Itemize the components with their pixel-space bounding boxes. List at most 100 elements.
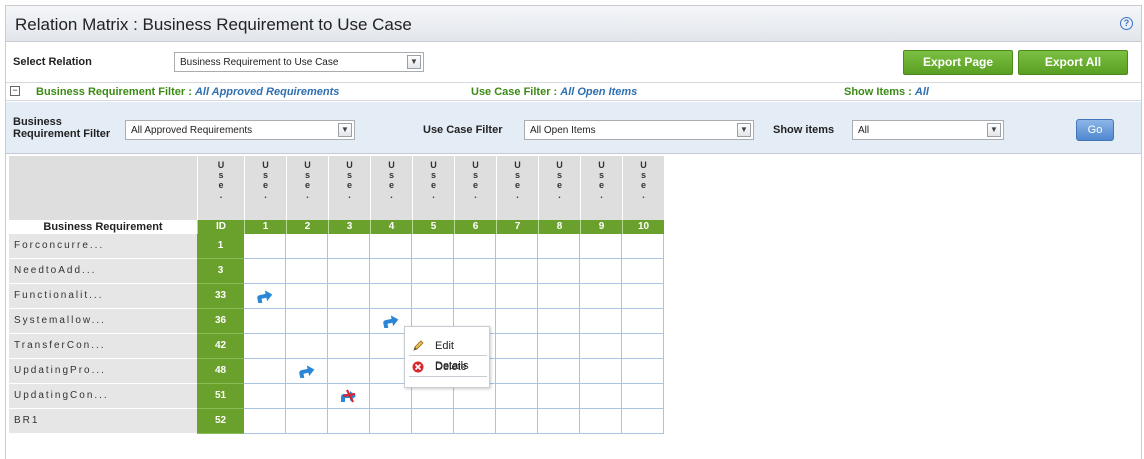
delete-menu-item[interactable]: Delete [409, 357, 487, 377]
use-case-column-header[interactable]: Use. [412, 156, 454, 220]
matrix-cell[interactable] [496, 309, 538, 334]
requirement-row-label[interactable]: UpdatingCon... [9, 384, 197, 409]
matrix-cell[interactable] [454, 259, 496, 284]
matrix-cell[interactable] [622, 334, 664, 359]
matrix-cell[interactable] [244, 284, 286, 309]
matrix-cell[interactable] [328, 334, 370, 359]
matrix-cell[interactable] [286, 384, 328, 409]
use-case-column-header[interactable]: Use. [622, 156, 664, 220]
matrix-cell[interactable] [496, 234, 538, 259]
help-icon[interactable]: ? [1120, 17, 1133, 30]
matrix-cell[interactable] [538, 309, 580, 334]
matrix-cell[interactable] [286, 359, 328, 384]
requirement-row-label[interactable]: NeedtoAdd... [9, 259, 197, 284]
matrix-cell[interactable] [286, 234, 328, 259]
export-all-button[interactable]: Export All [1018, 50, 1128, 75]
matrix-cell[interactable] [286, 309, 328, 334]
requirement-row-label[interactable]: UpdatingPro... [9, 359, 197, 384]
use-case-column-header[interactable]: Use. [328, 156, 370, 220]
matrix-cell[interactable] [370, 234, 412, 259]
matrix-cell[interactable] [244, 409, 286, 434]
matrix-cell[interactable] [286, 409, 328, 434]
matrix-cell[interactable] [496, 334, 538, 359]
relation-arrow-icon[interactable] [298, 364, 316, 378]
requirement-row-label[interactable]: Functionalit... [9, 284, 197, 309]
matrix-cell[interactable] [580, 234, 622, 259]
matrix-cell[interactable] [622, 409, 664, 434]
matrix-cell[interactable] [244, 234, 286, 259]
matrix-cell[interactable] [538, 234, 580, 259]
matrix-cell[interactable] [244, 384, 286, 409]
matrix-cell[interactable] [370, 409, 412, 434]
matrix-cell[interactable] [496, 359, 538, 384]
matrix-cell[interactable] [580, 284, 622, 309]
matrix-cell[interactable] [244, 309, 286, 334]
matrix-cell[interactable] [454, 284, 496, 309]
relation-select[interactable]: Business Requirement to Use Case ▼ [174, 52, 424, 72]
uc-filter-select[interactable]: All Open Items ▼ [524, 120, 754, 140]
matrix-cell[interactable] [412, 234, 454, 259]
matrix-cell[interactable] [538, 334, 580, 359]
edit-details-menu-item[interactable]: Edit Details [409, 336, 487, 372]
requirement-row-label[interactable]: TransferCon... [9, 334, 197, 359]
requirement-row-label[interactable]: Forconcurre... [9, 234, 197, 259]
matrix-cell[interactable] [454, 409, 496, 434]
matrix-cell[interactable] [538, 409, 580, 434]
go-button[interactable]: Go [1076, 119, 1114, 141]
matrix-cell[interactable] [538, 259, 580, 284]
matrix-cell[interactable] [286, 334, 328, 359]
chevron-down-icon[interactable]: ▼ [338, 123, 352, 137]
matrix-cell[interactable] [328, 309, 370, 334]
matrix-cell[interactable] [622, 234, 664, 259]
br-filter-select[interactable]: All Approved Requirements ▼ [125, 120, 355, 140]
matrix-cell[interactable] [370, 284, 412, 309]
matrix-cell[interactable] [328, 284, 370, 309]
matrix-cell[interactable] [244, 259, 286, 284]
matrix-cell[interactable] [412, 259, 454, 284]
matrix-cell[interactable] [328, 259, 370, 284]
matrix-cell[interactable] [580, 334, 622, 359]
matrix-cell[interactable] [496, 284, 538, 309]
use-case-column-header[interactable]: Use. [496, 156, 538, 220]
matrix-cell[interactable] [328, 409, 370, 434]
show-items-select[interactable]: All ▼ [852, 120, 1004, 140]
matrix-cell[interactable] [412, 409, 454, 434]
export-page-button[interactable]: Export Page [903, 50, 1013, 75]
matrix-cell[interactable] [580, 359, 622, 384]
matrix-cell[interactable] [580, 259, 622, 284]
use-case-column-header[interactable]: Use. [370, 156, 412, 220]
matrix-cell[interactable] [580, 309, 622, 334]
matrix-cell[interactable] [538, 384, 580, 409]
matrix-cell[interactable] [244, 359, 286, 384]
use-case-column-header[interactable]: Use. [244, 156, 286, 220]
matrix-cell[interactable] [622, 384, 664, 409]
requirement-row-label[interactable]: Systemallow... [9, 309, 197, 334]
matrix-cell[interactable] [496, 384, 538, 409]
matrix-cell[interactable] [244, 334, 286, 359]
matrix-cell[interactable] [496, 259, 538, 284]
matrix-cell[interactable] [580, 409, 622, 434]
matrix-cell[interactable] [412, 284, 454, 309]
matrix-cell[interactable] [538, 284, 580, 309]
chevron-down-icon[interactable]: ▼ [407, 55, 421, 69]
matrix-cell[interactable] [622, 284, 664, 309]
matrix-cell[interactable] [328, 234, 370, 259]
matrix-cell[interactable] [622, 359, 664, 384]
matrix-cell[interactable] [286, 284, 328, 309]
suspect-relation-icon[interactable] [340, 389, 358, 403]
use-case-column-header[interactable]: Use. [580, 156, 622, 220]
matrix-cell[interactable] [622, 309, 664, 334]
requirement-row-label[interactable]: BR1 [9, 409, 197, 434]
matrix-cell[interactable] [622, 259, 664, 284]
use-case-column-header[interactable]: Use. [538, 156, 580, 220]
use-case-column-header[interactable]: Use. [454, 156, 496, 220]
matrix-cell[interactable] [286, 259, 328, 284]
matrix-cell[interactable] [370, 259, 412, 284]
matrix-cell[interactable] [328, 359, 370, 384]
matrix-cell[interactable] [454, 234, 496, 259]
matrix-cell[interactable] [496, 409, 538, 434]
chevron-down-icon[interactable]: ▼ [987, 123, 1001, 137]
relation-arrow-icon[interactable] [256, 289, 274, 303]
collapse-icon[interactable]: − [10, 86, 20, 96]
matrix-cell[interactable] [328, 384, 370, 409]
